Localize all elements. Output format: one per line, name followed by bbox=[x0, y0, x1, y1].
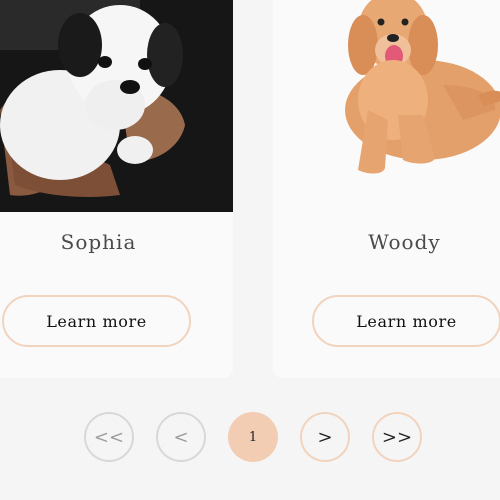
current-page-indicator[interactable]: 1 bbox=[228, 412, 278, 462]
pet-name: Sophia bbox=[60, 230, 137, 254]
pet-photo-sophia bbox=[0, 0, 233, 212]
last-page-button[interactable]: >> bbox=[372, 412, 422, 462]
learn-more-button[interactable]: Learn more bbox=[2, 295, 191, 347]
pet-name: Woody bbox=[368, 230, 441, 254]
pet-card-woody: Woody Learn more bbox=[273, 0, 500, 378]
previous-page-button[interactable]: < bbox=[156, 412, 206, 462]
pet-card-sophia: Sophia Learn more bbox=[0, 0, 233, 378]
first-page-button[interactable]: << bbox=[84, 412, 134, 462]
golden-retriever-photo-icon bbox=[273, 0, 500, 212]
learn-more-button[interactable]: Learn more bbox=[312, 295, 500, 347]
pet-photo-woody bbox=[273, 0, 500, 212]
puppy-photo-icon bbox=[0, 0, 233, 212]
next-page-button[interactable]: > bbox=[300, 412, 350, 462]
pagination: << < 1 > >> bbox=[0, 412, 500, 464]
